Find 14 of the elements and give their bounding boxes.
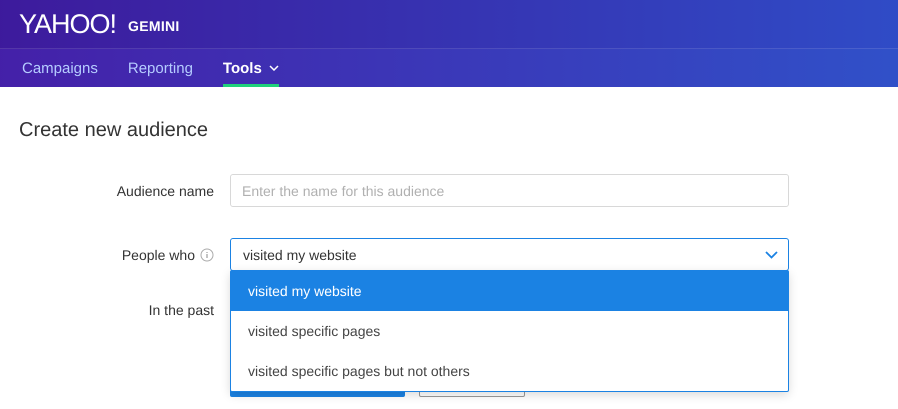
dropdown-option[interactable]: visited specific pages but not others (231, 351, 788, 391)
chevron-icon (765, 250, 778, 258)
dropdown-option[interactable]: visited my website (231, 271, 788, 311)
nav-tab[interactable]: Campaigns (22, 49, 98, 87)
nav-tab[interactable]: Reporting (128, 49, 193, 87)
field-label: Audience name (116, 182, 214, 198)
audience-name-field[interactable]: Enter the name for this audience (230, 174, 789, 207)
field-label: People who (122, 246, 195, 262)
yahoo-logo: YAHOO! (19, 8, 116, 40)
product-name: GEMINI (128, 18, 180, 34)
field-label: In the past (148, 302, 214, 318)
nav-tab[interactable]: Tools (222, 49, 279, 87)
dropdown-option[interactable]: visited specific pages (231, 311, 788, 351)
page-title: Create new audience (19, 119, 210, 142)
